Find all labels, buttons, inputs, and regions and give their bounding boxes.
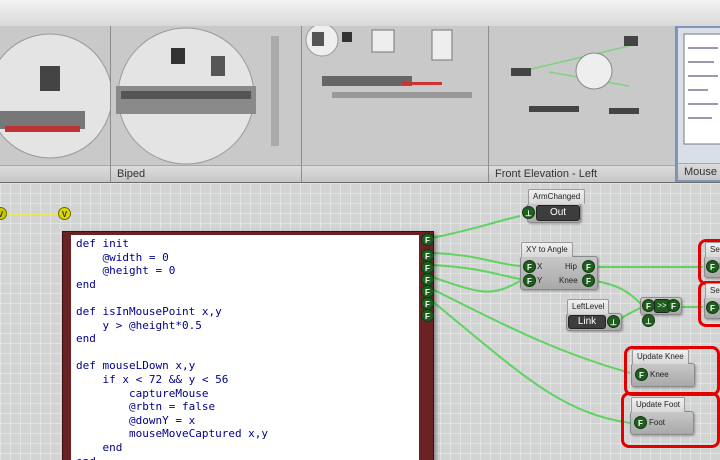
thumbnail-biped[interactable]: Biped <box>111 26 302 182</box>
update-knee-input-pin[interactable]: F <box>635 368 648 381</box>
thumbnail-2[interactable] <box>302 26 489 182</box>
xy-output-knee-label: Knee <box>559 276 578 285</box>
node-title: ArmChanged <box>528 189 586 204</box>
node-title: Update Foot <box>631 397 686 412</box>
xy-to-angle-node[interactable]: XY to Angle F X F Y Hip F Knee F <box>520 242 598 290</box>
merge-node[interactable]: F >> F ⊥ <box>640 297 682 327</box>
xy-input-x-label: X <box>537 262 543 271</box>
xy-output-knee-pin[interactable]: F <box>582 274 595 287</box>
code-line: if x < 72 && y < 56 <box>76 372 229 386</box>
thumbnail-label <box>0 165 110 182</box>
xy-output-hip-pin[interactable]: F <box>582 260 595 273</box>
thumbnail-label: Front Elevation - Left <box>489 165 675 182</box>
node-graph-canvas[interactable]: V V def init @width = 0 @height = 0 end de… <box>0 183 720 460</box>
code-line: def init <box>76 237 129 250</box>
code-line: mouseMoveCaptured x,y <box>76 427 269 441</box>
thumbnail-preview <box>116 27 279 165</box>
code-line: @downY = x <box>76 413 196 427</box>
code-node-output-pin[interactable]: F <box>421 309 434 322</box>
ruby-code-node[interactable]: def init @width = 0 @height = 0 end def is… <box>62 231 434 460</box>
code-node-input-pin[interactable]: V <box>58 207 71 220</box>
node-title: Se <box>705 242 720 257</box>
arm-changed-node[interactable]: ArmChanged ⊥ Out <box>522 189 586 223</box>
merge-input-pin-2[interactable]: ⊥ <box>642 314 655 327</box>
code-line: def isInMousePoint x,y <box>76 304 222 318</box>
code-node-output-pin[interactable]: F <box>421 233 434 246</box>
update-foot-input-pin[interactable]: F <box>634 416 647 429</box>
set-knee-node[interactable]: Se F K <box>704 283 720 319</box>
node-title: LeftLevel <box>567 299 610 314</box>
out-label: Out <box>536 205 580 221</box>
set-hip-node[interactable]: Se F Hi <box>704 242 720 278</box>
left-level-output-pin[interactable]: ⊥ <box>607 315 620 328</box>
thumbnail-preview <box>511 36 639 114</box>
thumbnail-0[interactable] <box>0 26 111 182</box>
node-title: XY to Angle <box>521 242 573 257</box>
thumbnail-preview <box>0 33 110 159</box>
code-editor[interactable]: def init @width = 0 @height = 0 end def is… <box>71 235 419 460</box>
set-hip-input-pin[interactable]: F <box>706 260 719 273</box>
code-line: end <box>76 332 96 346</box>
code-line: @rbtn = false <box>76 400 216 414</box>
link-label: Link <box>568 315 606 329</box>
update-knee-label: Knee <box>650 370 669 379</box>
xy-input-x-pin[interactable]: F <box>523 260 536 273</box>
update-foot-label: Foot <box>649 418 666 427</box>
code-line: @width = 0 <box>76 250 169 264</box>
set-knee-input-pin[interactable]: F <box>706 301 719 314</box>
thumbnail-preview <box>683 33 720 145</box>
node-title: Se <box>705 283 720 298</box>
code-line: captureMouse <box>76 386 209 400</box>
thumbnail-label: Mouse In <box>678 163 720 180</box>
thumbnail-mouse-in[interactable]: Mouse In <box>676 26 720 182</box>
left-level-node[interactable]: LeftLevel Link ⊥ <box>566 299 622 331</box>
scene-thumbnail-strip: Biped Front Elevation - Left Mouse <box>0 26 720 184</box>
xy-input-y-pin[interactable]: F <box>523 274 536 287</box>
thumbnail-label <box>302 165 488 182</box>
xy-input-y-label: Y <box>537 276 543 285</box>
arm-changed-input-pin[interactable]: ⊥ <box>522 206 535 219</box>
thumbnail-label: Biped <box>111 165 301 182</box>
code-line: end <box>76 455 414 460</box>
merge-output-pin[interactable]: F <box>667 299 680 312</box>
code-line: end <box>76 440 123 454</box>
code-line: def mouseLDown x,y <box>76 359 196 373</box>
title-bar <box>0 0 720 27</box>
xy-output-hip-label: Hip <box>565 262 578 271</box>
node-title: Update Knee <box>632 349 689 364</box>
thumbnail-preview <box>305 26 472 98</box>
update-foot-node[interactable]: Update Foot F Foot <box>630 397 694 435</box>
thumbnail-front-elevation-left[interactable]: Front Elevation - Left <box>489 26 676 182</box>
update-knee-node[interactable]: Update Knee F Knee <box>631 349 695 387</box>
code-line: @height = 0 <box>76 264 176 278</box>
code-line: end <box>76 277 96 291</box>
code-line: y > @height*0.5 <box>76 318 202 332</box>
